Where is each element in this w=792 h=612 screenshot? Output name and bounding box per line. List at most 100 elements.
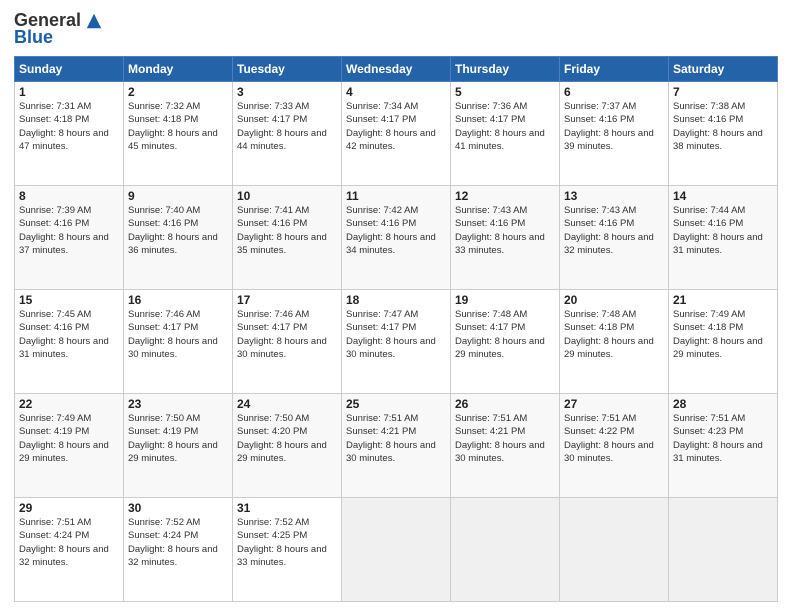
calendar-day-cell: 18 Sunrise: 7:47 AMSunset: 4:17 PMDaylig… — [342, 290, 451, 394]
day-number: 11 — [346, 189, 446, 203]
day-number: 5 — [455, 85, 555, 99]
calendar-week-row: 1 Sunrise: 7:31 AMSunset: 4:18 PMDayligh… — [15, 82, 778, 186]
day-number: 9 — [128, 189, 228, 203]
logo-blue-text: Blue — [14, 27, 53, 48]
calendar-day-cell: 22 Sunrise: 7:49 AMSunset: 4:19 PMDaylig… — [15, 394, 124, 498]
day-info: Sunrise: 7:32 AMSunset: 4:18 PMDaylight:… — [128, 101, 218, 152]
day-info: Sunrise: 7:33 AMSunset: 4:17 PMDaylight:… — [237, 101, 327, 152]
calendar-day-cell: 24 Sunrise: 7:50 AMSunset: 4:20 PMDaylig… — [233, 394, 342, 498]
calendar-day-cell — [342, 498, 451, 602]
day-info: Sunrise: 7:51 AMSunset: 4:21 PMDaylight:… — [346, 413, 436, 464]
day-number: 2 — [128, 85, 228, 99]
day-number: 19 — [455, 293, 555, 307]
day-info: Sunrise: 7:31 AMSunset: 4:18 PMDaylight:… — [19, 101, 109, 152]
calendar-day-cell: 23 Sunrise: 7:50 AMSunset: 4:19 PMDaylig… — [124, 394, 233, 498]
day-info: Sunrise: 7:47 AMSunset: 4:17 PMDaylight:… — [346, 309, 436, 360]
calendar-day-cell: 27 Sunrise: 7:51 AMSunset: 4:22 PMDaylig… — [560, 394, 669, 498]
day-info: Sunrise: 7:44 AMSunset: 4:16 PMDaylight:… — [673, 205, 763, 256]
day-number: 25 — [346, 397, 446, 411]
calendar-day-cell: 15 Sunrise: 7:45 AMSunset: 4:16 PMDaylig… — [15, 290, 124, 394]
calendar-table: SundayMondayTuesdayWednesdayThursdayFrid… — [14, 56, 778, 602]
calendar-day-cell: 2 Sunrise: 7:32 AMSunset: 4:18 PMDayligh… — [124, 82, 233, 186]
day-number: 4 — [346, 85, 446, 99]
day-number: 23 — [128, 397, 228, 411]
calendar-header-cell: Sunday — [15, 57, 124, 82]
calendar-week-row: 29 Sunrise: 7:51 AMSunset: 4:24 PMDaylig… — [15, 498, 778, 602]
calendar-day-cell: 20 Sunrise: 7:48 AMSunset: 4:18 PMDaylig… — [560, 290, 669, 394]
calendar-day-cell: 8 Sunrise: 7:39 AMSunset: 4:16 PMDayligh… — [15, 186, 124, 290]
day-info: Sunrise: 7:49 AMSunset: 4:19 PMDaylight:… — [19, 413, 109, 464]
calendar-day-cell: 12 Sunrise: 7:43 AMSunset: 4:16 PMDaylig… — [451, 186, 560, 290]
day-number: 31 — [237, 501, 337, 515]
calendar-day-cell: 29 Sunrise: 7:51 AMSunset: 4:24 PMDaylig… — [15, 498, 124, 602]
day-info: Sunrise: 7:50 AMSunset: 4:20 PMDaylight:… — [237, 413, 327, 464]
day-info: Sunrise: 7:38 AMSunset: 4:16 PMDaylight:… — [673, 101, 763, 152]
day-info: Sunrise: 7:34 AMSunset: 4:17 PMDaylight:… — [346, 101, 436, 152]
day-info: Sunrise: 7:39 AMSunset: 4:16 PMDaylight:… — [19, 205, 109, 256]
calendar-day-cell: 4 Sunrise: 7:34 AMSunset: 4:17 PMDayligh… — [342, 82, 451, 186]
calendar-day-cell: 30 Sunrise: 7:52 AMSunset: 4:24 PMDaylig… — [124, 498, 233, 602]
day-info: Sunrise: 7:42 AMSunset: 4:16 PMDaylight:… — [346, 205, 436, 256]
day-number: 3 — [237, 85, 337, 99]
calendar-day-cell: 19 Sunrise: 7:48 AMSunset: 4:17 PMDaylig… — [451, 290, 560, 394]
day-number: 13 — [564, 189, 664, 203]
calendar-day-cell: 14 Sunrise: 7:44 AMSunset: 4:16 PMDaylig… — [669, 186, 778, 290]
day-info: Sunrise: 7:51 AMSunset: 4:24 PMDaylight:… — [19, 517, 109, 568]
calendar-day-cell — [451, 498, 560, 602]
calendar-header-cell: Tuesday — [233, 57, 342, 82]
calendar-day-cell: 5 Sunrise: 7:36 AMSunset: 4:17 PMDayligh… — [451, 82, 560, 186]
calendar-header-cell: Monday — [124, 57, 233, 82]
day-info: Sunrise: 7:49 AMSunset: 4:18 PMDaylight:… — [673, 309, 763, 360]
day-number: 30 — [128, 501, 228, 515]
day-info: Sunrise: 7:51 AMSunset: 4:22 PMDaylight:… — [564, 413, 654, 464]
calendar-week-row: 15 Sunrise: 7:45 AMSunset: 4:16 PMDaylig… — [15, 290, 778, 394]
calendar-day-cell: 1 Sunrise: 7:31 AMSunset: 4:18 PMDayligh… — [15, 82, 124, 186]
calendar-day-cell: 21 Sunrise: 7:49 AMSunset: 4:18 PMDaylig… — [669, 290, 778, 394]
day-number: 16 — [128, 293, 228, 307]
header: General Blue — [14, 10, 778, 48]
day-info: Sunrise: 7:43 AMSunset: 4:16 PMDaylight:… — [455, 205, 545, 256]
calendar-body: 1 Sunrise: 7:31 AMSunset: 4:18 PMDayligh… — [15, 82, 778, 602]
calendar-day-cell: 6 Sunrise: 7:37 AMSunset: 4:16 PMDayligh… — [560, 82, 669, 186]
logo: General Blue — [14, 10, 103, 48]
calendar-day-cell: 13 Sunrise: 7:43 AMSunset: 4:16 PMDaylig… — [560, 186, 669, 290]
day-info: Sunrise: 7:46 AMSunset: 4:17 PMDaylight:… — [237, 309, 327, 360]
day-number: 18 — [346, 293, 446, 307]
day-number: 14 — [673, 189, 773, 203]
day-number: 10 — [237, 189, 337, 203]
day-number: 7 — [673, 85, 773, 99]
calendar-day-cell: 31 Sunrise: 7:52 AMSunset: 4:25 PMDaylig… — [233, 498, 342, 602]
calendar-day-cell: 10 Sunrise: 7:41 AMSunset: 4:16 PMDaylig… — [233, 186, 342, 290]
calendar-day-cell: 16 Sunrise: 7:46 AMSunset: 4:17 PMDaylig… — [124, 290, 233, 394]
calendar-day-cell: 7 Sunrise: 7:38 AMSunset: 4:16 PMDayligh… — [669, 82, 778, 186]
day-number: 21 — [673, 293, 773, 307]
logo-icon — [85, 12, 103, 30]
day-info: Sunrise: 7:52 AMSunset: 4:25 PMDaylight:… — [237, 517, 327, 568]
calendar-header-cell: Saturday — [669, 57, 778, 82]
day-number: 6 — [564, 85, 664, 99]
calendar-day-cell: 26 Sunrise: 7:51 AMSunset: 4:21 PMDaylig… — [451, 394, 560, 498]
calendar-header-row: SundayMondayTuesdayWednesdayThursdayFrid… — [15, 57, 778, 82]
calendar-day-cell: 3 Sunrise: 7:33 AMSunset: 4:17 PMDayligh… — [233, 82, 342, 186]
day-info: Sunrise: 7:48 AMSunset: 4:17 PMDaylight:… — [455, 309, 545, 360]
calendar-day-cell: 28 Sunrise: 7:51 AMSunset: 4:23 PMDaylig… — [669, 394, 778, 498]
calendar-day-cell: 9 Sunrise: 7:40 AMSunset: 4:16 PMDayligh… — [124, 186, 233, 290]
day-number: 20 — [564, 293, 664, 307]
calendar-day-cell: 25 Sunrise: 7:51 AMSunset: 4:21 PMDaylig… — [342, 394, 451, 498]
calendar-day-cell — [669, 498, 778, 602]
day-number: 26 — [455, 397, 555, 411]
day-info: Sunrise: 7:50 AMSunset: 4:19 PMDaylight:… — [128, 413, 218, 464]
day-info: Sunrise: 7:36 AMSunset: 4:17 PMDaylight:… — [455, 101, 545, 152]
calendar-week-row: 22 Sunrise: 7:49 AMSunset: 4:19 PMDaylig… — [15, 394, 778, 498]
calendar-day-cell — [560, 498, 669, 602]
day-info: Sunrise: 7:52 AMSunset: 4:24 PMDaylight:… — [128, 517, 218, 568]
day-number: 29 — [19, 501, 119, 515]
calendar-header-cell: Thursday — [451, 57, 560, 82]
page: General Blue SundayMondayTuesdayWednesda… — [0, 0, 792, 612]
calendar-day-cell: 11 Sunrise: 7:42 AMSunset: 4:16 PMDaylig… — [342, 186, 451, 290]
calendar-header-cell: Wednesday — [342, 57, 451, 82]
day-number: 22 — [19, 397, 119, 411]
day-info: Sunrise: 7:37 AMSunset: 4:16 PMDaylight:… — [564, 101, 654, 152]
day-info: Sunrise: 7:41 AMSunset: 4:16 PMDaylight:… — [237, 205, 327, 256]
day-number: 8 — [19, 189, 119, 203]
